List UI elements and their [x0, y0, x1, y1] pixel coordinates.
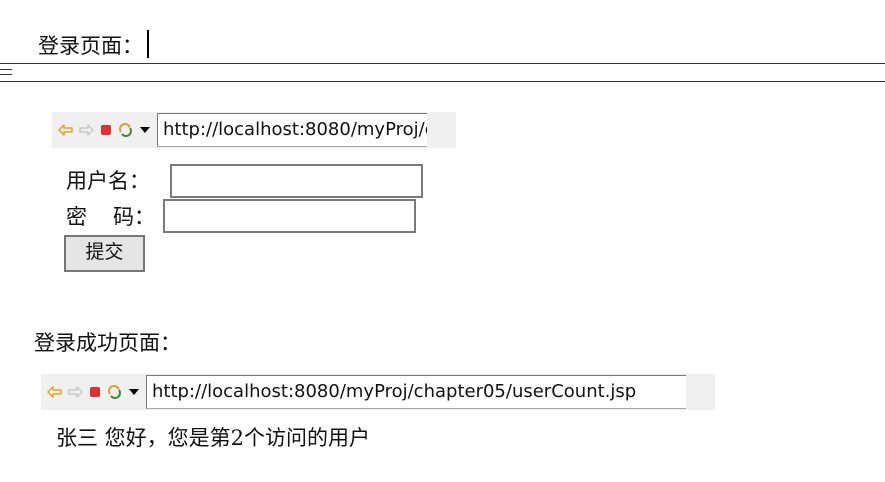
password-label-part-2: 码：: [113, 205, 155, 229]
stop-icon[interactable]: [100, 124, 112, 136]
welcome-message: 张三 您好，您是第2个访问的用户: [56, 426, 371, 450]
url-address-bar[interactable]: http://localhost:8080/myProj/chapter05/l…: [157, 113, 427, 147]
password-field[interactable]: [163, 199, 416, 233]
back-arrow-icon[interactable]: [47, 386, 62, 398]
submit-button[interactable]: 提交: [64, 235, 145, 272]
forward-arrow-icon[interactable]: [79, 124, 94, 136]
refresh-icon[interactable]: [107, 385, 122, 399]
password-label-part-1: 密: [66, 205, 87, 229]
refresh-icon[interactable]: [118, 123, 133, 137]
success-page-heading: 登录成功页面：: [34, 331, 181, 355]
browser-toolbar-success: http://localhost:8080/myProj/chapter05/u…: [41, 374, 715, 410]
password-label: 密 码：: [66, 204, 155, 230]
back-arrow-icon[interactable]: [58, 124, 73, 136]
text-cursor: [147, 30, 149, 58]
divider-tick-2: [0, 74, 12, 75]
dropdown-icon[interactable]: [128, 388, 140, 396]
divider-rule-top: [0, 63, 885, 64]
divider-rule-bottom: [0, 81, 885, 82]
stop-icon[interactable]: [89, 386, 101, 398]
browser-nav-icons: [41, 385, 146, 399]
browser-nav-icons: [52, 123, 157, 137]
login-page-heading: 登录页面：: [38, 30, 149, 59]
divider-tick-1: [0, 69, 12, 70]
browser-toolbar-login: http://localhost:8080/myProj/chapter05/l…: [52, 112, 456, 148]
url-address-bar[interactable]: http://localhost:8080/myProj/chapter05/u…: [146, 375, 686, 409]
username-field[interactable]: [170, 164, 423, 198]
login-page-heading-text: 登录页面：: [38, 34, 143, 58]
document-page: 登录页面： http://localhost:8080/myProj/chapt…: [0, 0, 885, 482]
dropdown-icon[interactable]: [139, 126, 151, 134]
username-label: 用户名：: [66, 169, 150, 193]
forward-arrow-icon[interactable]: [68, 386, 83, 398]
